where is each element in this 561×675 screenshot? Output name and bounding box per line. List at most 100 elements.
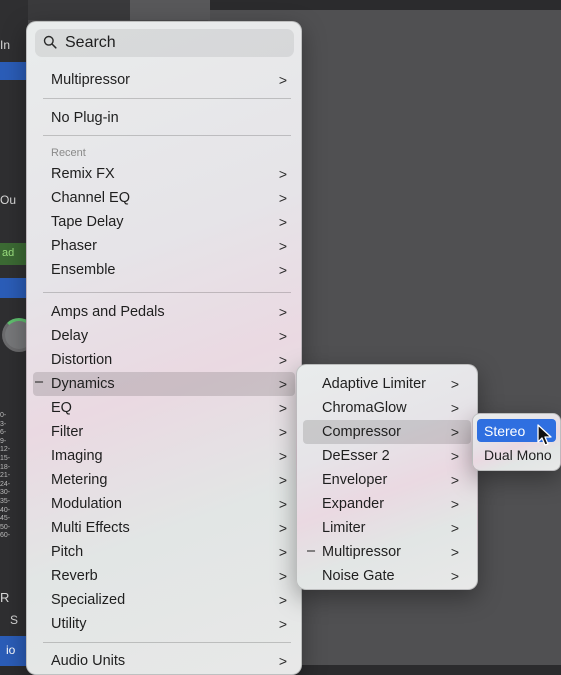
menu-item-label: Imaging (51, 448, 103, 464)
meter-tick-label: 6- (0, 429, 7, 437)
category-item-dynamics[interactable]: – Dynamics > (33, 372, 295, 396)
category-item-metering[interactable]: Metering > (33, 468, 295, 492)
separator (43, 642, 291, 643)
category-item-eq[interactable]: EQ > (33, 396, 295, 420)
input-slot-label[interactable]: In (0, 38, 10, 52)
dynamics-item-chromaglow[interactable]: ChromaGlow > (303, 396, 471, 420)
category-item-amps-and-pedals[interactable]: Amps and Pedals > (33, 300, 295, 324)
chevron-right-icon: > (450, 568, 459, 584)
menu-item-label: Modulation (51, 496, 122, 512)
chevron-right-icon: > (278, 448, 287, 464)
chevron-right-icon: > (278, 616, 287, 632)
meter-tick-label: 50- (0, 523, 11, 531)
read-mode-label: ad (2, 247, 15, 259)
waveform-button[interactable] (0, 278, 28, 298)
menu-item-label: Channel EQ (51, 190, 130, 206)
category-item-pitch[interactable]: Pitch > (33, 540, 295, 564)
chevron-right-icon: > (278, 472, 287, 488)
dynamics-item-adaptive-limiter[interactable]: Adaptive Limiter > (303, 372, 471, 396)
meter-tick-label: 0- (0, 412, 7, 419)
menu-item-label: Tape Delay (51, 214, 124, 230)
menu-item-label: DeEsser 2 (322, 448, 390, 464)
recent-item-channel-eq[interactable]: Channel EQ > (33, 186, 295, 210)
menu-item-label: Noise Gate (322, 568, 395, 584)
dynamics-item-expander[interactable]: Expander > (303, 492, 471, 516)
meter-tick-label: 3- (0, 420, 7, 428)
chevron-right-icon: > (278, 72, 287, 88)
chevron-right-icon: > (450, 544, 459, 560)
menu-item-label: Expander (322, 496, 385, 512)
meter-tick-label: 60- (0, 532, 11, 540)
chevron-right-icon: > (450, 400, 459, 416)
daw-header-panel-light (130, 0, 210, 20)
recent-item-remix-fx[interactable]: Remix FX > (33, 162, 295, 186)
menu-item-label: ChromaGlow (322, 400, 407, 416)
io-button[interactable]: io (0, 636, 28, 666)
menu-item-label: Audio Units (51, 653, 126, 669)
chevron-right-icon: > (278, 238, 287, 254)
meter-tick-label: 24- (0, 480, 11, 488)
menu-item-label: Dual Mono (484, 446, 552, 463)
read-mode-button[interactable]: ad (0, 243, 28, 265)
menu-item-label: Delay (51, 328, 89, 344)
category-item-imaging[interactable]: Imaging > (33, 444, 295, 468)
menu-item-label: Ensemble (51, 262, 116, 278)
menu-item-label: Dynamics (51, 376, 115, 392)
recent-item-tape-delay[interactable]: Tape Delay > (33, 210, 295, 234)
chevron-right-icon: > (278, 262, 287, 278)
separator (43, 98, 291, 99)
dynamics-item-multipressor[interactable]: – Multipressor > (303, 540, 471, 564)
dynamics-item-limiter[interactable]: Limiter > (303, 516, 471, 540)
category-item-reverb[interactable]: Reverb > (33, 564, 295, 588)
dynamics-item-compressor[interactable]: Compressor > (303, 420, 471, 444)
dynamics-item-deesser-2[interactable]: DeEsser 2 > (303, 444, 471, 468)
menu-item-label: Multipressor (51, 72, 130, 88)
category-item-delay[interactable]: Delay > (33, 324, 295, 348)
meter-tick-label: 18- (0, 463, 11, 471)
chevron-right-icon: > (278, 328, 287, 344)
meter-tick-label: 21- (0, 472, 11, 480)
menu-item-label: Enveloper (322, 472, 388, 488)
menu-item-label: Amps and Pedals (51, 304, 165, 320)
meter-tick-label: 40- (0, 506, 11, 514)
menu-item-audio-units[interactable]: Audio Units > (33, 649, 295, 673)
level-meter-scale: 0- 3- 6- 9- 12- 15- 18- 21- 24- 30- 35- 40- 45- 50- 60… (0, 412, 14, 541)
menu-item-multipressor-top[interactable]: Multipressor > (33, 68, 295, 92)
meter-tick-label: 12- (0, 446, 11, 454)
meter-tick-label: 9- (0, 437, 7, 445)
eq-slot-button[interactable] (0, 62, 28, 80)
io-label: io (6, 643, 16, 657)
chevron-right-icon: > (278, 592, 287, 608)
record-button-label[interactable]: R (0, 590, 9, 605)
menu-item-label: Multipressor (322, 544, 401, 560)
active-marker: – (35, 374, 44, 390)
chevron-right-icon: > (450, 424, 459, 440)
category-item-specialized[interactable]: Specialized > (33, 588, 295, 612)
category-item-modulation[interactable]: Modulation > (33, 492, 295, 516)
category-item-filter[interactable]: Filter > (33, 420, 295, 444)
menu-item-label: Stereo (484, 422, 526, 439)
recent-item-ensemble[interactable]: Ensemble > (33, 258, 295, 282)
chevron-right-icon: > (278, 190, 287, 206)
search-field[interactable]: Search (35, 29, 294, 57)
chevron-right-icon: > (278, 166, 287, 182)
solo-button-label[interactable]: S (10, 613, 18, 627)
menu-item-label: Multi Effects (51, 520, 130, 536)
chevron-right-icon: > (278, 376, 287, 392)
chevron-right-icon: > (278, 568, 287, 584)
category-item-utility[interactable]: Utility > (33, 612, 295, 636)
category-item-distortion[interactable]: Distortion > (33, 348, 295, 372)
output-slot-label[interactable]: Ou (0, 193, 16, 207)
dynamics-item-enveloper[interactable]: Enveloper > (303, 468, 471, 492)
dynamics-item-noise-gate[interactable]: Noise Gate > (303, 564, 471, 588)
menu-item-label: Adaptive Limiter (322, 376, 426, 392)
chevron-right-icon: > (278, 544, 287, 560)
recent-item-phaser[interactable]: Phaser > (33, 234, 295, 258)
search-icon (43, 35, 57, 49)
meter-tick-label: 35- (0, 497, 11, 505)
menu-item-no-plugin[interactable]: No Plug-in (33, 106, 295, 130)
menu-item-label: Filter (51, 424, 84, 440)
menu-item-label: Specialized (51, 592, 126, 608)
menu-item-label: Limiter (322, 520, 366, 536)
category-item-multi-effects[interactable]: Multi Effects > (33, 516, 295, 540)
